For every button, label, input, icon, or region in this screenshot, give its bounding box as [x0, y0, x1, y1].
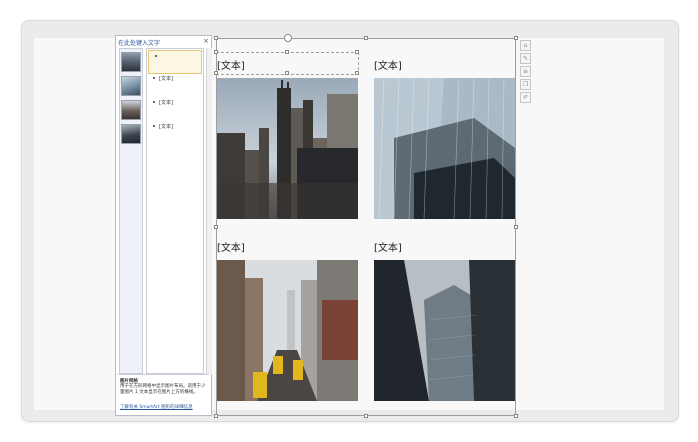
bullet-text[interactable]: [文本]	[159, 75, 173, 82]
close-icon[interactable]: ×	[203, 37, 209, 45]
resize-handle[interactable]	[285, 71, 289, 75]
resize-handle[interactable]	[214, 50, 218, 54]
caption-label-2[interactable]: [文本]	[374, 57, 402, 72]
picture-street[interactable]	[217, 260, 358, 401]
resize-handle[interactable]	[355, 50, 359, 54]
bullet-dot	[153, 77, 155, 79]
bullet-row-4[interactable]: [文本]	[147, 121, 203, 133]
resize-handle[interactable]	[214, 36, 218, 40]
picture-placeholder-list	[119, 48, 143, 374]
resize-handle[interactable]	[514, 36, 518, 40]
bullet-list: [文本] [文本] [文本]	[146, 48, 204, 374]
picture-thumb-4[interactable]	[121, 124, 141, 144]
caption-label-4[interactable]: [文本]	[374, 239, 402, 254]
list-icon[interactable]: ≡	[520, 66, 531, 77]
picture-thumb-2[interactable]	[121, 76, 141, 96]
resize-handle[interactable]	[355, 71, 359, 75]
text-pane-title: 在此处键入文字	[118, 40, 161, 47]
picture-modern-towers[interactable]	[374, 260, 515, 401]
resize-handle[interactable]	[285, 50, 289, 54]
copy-icon[interactable]: ❐	[520, 79, 531, 90]
brush-icon[interactable]: ✎	[520, 53, 531, 64]
resize-handle[interactable]	[214, 414, 218, 418]
caption-label-3[interactable]: [文本]	[217, 239, 245, 254]
resize-handle[interactable]	[364, 36, 368, 40]
resize-handle[interactable]	[214, 225, 218, 229]
resize-handle[interactable]	[364, 414, 368, 418]
bullet-row-3[interactable]: [文本]	[147, 97, 203, 109]
bullet-text[interactable]: [文本]	[159, 123, 173, 130]
text-pane-footer: 图片网格 用于在方形网格中显示图片布局。适用于少量图片 1 文本显示在图片上方的…	[118, 374, 209, 415]
layout-description: 用于在方形网格中显示图片布局。适用于少量图片 1 文本显示在图片上方的横线。	[120, 384, 206, 395]
resize-handle[interactable]	[514, 414, 518, 418]
picture-skyline[interactable]	[217, 78, 358, 219]
bullet-dot	[155, 55, 157, 57]
picture-glass-tower[interactable]	[374, 78, 515, 219]
bullet-row-2[interactable]: [文本]	[147, 73, 203, 85]
smartart-text-pane: 在此处键入文字 × [文本] [文本] [文本] 图片网格 用于在方形网格中显示…	[115, 35, 212, 416]
bullet-text[interactable]: [文本]	[159, 99, 173, 106]
bullet-dot	[153, 101, 155, 103]
rotate-handle-icon[interactable]	[284, 34, 292, 42]
layout-icon[interactable]: ⌂	[520, 40, 531, 51]
bullet-row-1[interactable]	[148, 50, 202, 74]
caption-label-1[interactable]: [文本]	[217, 57, 245, 72]
resize-handle[interactable]	[514, 225, 518, 229]
text-pane-scrollbar[interactable]	[206, 48, 212, 374]
learn-more-link[interactable]: 了解有关 SmartArt 图形的详细信息	[120, 404, 193, 410]
picture-thumb-1[interactable]	[121, 52, 141, 72]
bullet-dot	[153, 125, 155, 127]
picture-thumb-3[interactable]	[121, 100, 141, 120]
edit-icon[interactable]: ✐	[520, 92, 531, 103]
